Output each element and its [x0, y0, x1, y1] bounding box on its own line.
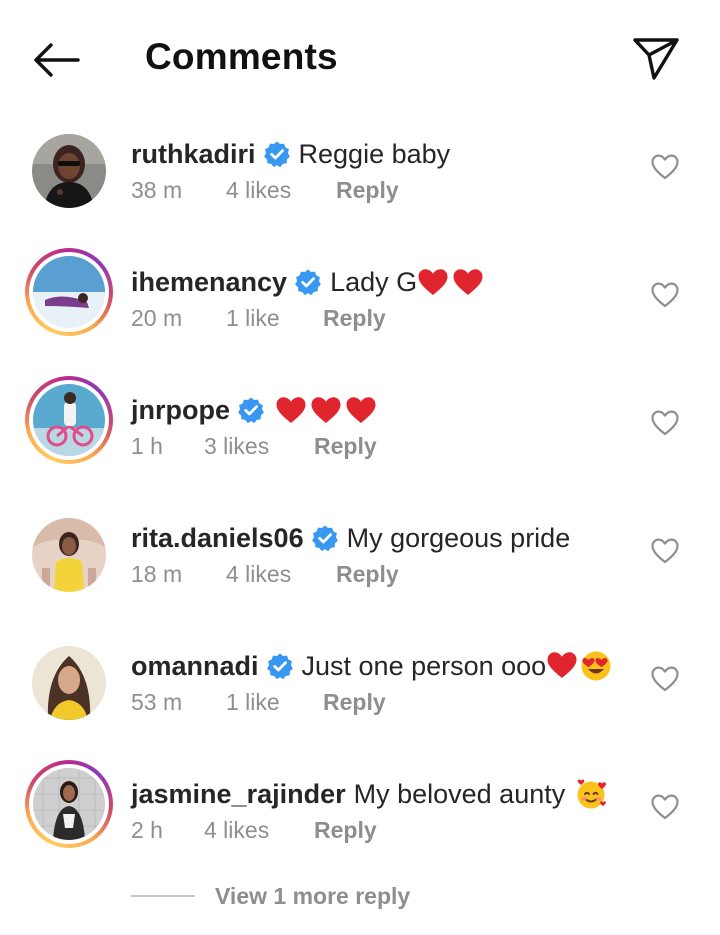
comment-time: 38 m: [131, 176, 183, 203]
heart-outline-icon[interactable]: [650, 408, 680, 438]
arrow-left-icon: [34, 43, 80, 77]
comment-username[interactable]: omannadi: [131, 651, 259, 682]
comment-time: 18 m: [131, 560, 183, 587]
comment-time: 53 m: [131, 688, 183, 715]
red-heart-icon: [418, 269, 448, 295]
avatar[interactable]: [26, 640, 112, 726]
verified-badge-icon: [311, 524, 339, 552]
avatar-image: [32, 134, 106, 208]
avatar[interactable]: [25, 248, 113, 336]
comment-likes[interactable]: 4 likes: [226, 561, 336, 588]
verified-badge-icon: [294, 268, 322, 296]
comment-time: 20 m: [131, 304, 183, 331]
heart-outline-icon[interactable]: [650, 152, 680, 182]
red-heart-icon: [276, 397, 306, 423]
comment-emojis: [546, 650, 612, 682]
back-button[interactable]: [30, 38, 82, 82]
comment-username[interactable]: jnrpope: [131, 395, 230, 426]
avatar-image: [33, 256, 105, 328]
avatar[interactable]: [26, 512, 112, 598]
replies-divider: [131, 895, 195, 897]
comment-likes[interactable]: 4 likes: [204, 817, 314, 844]
paper-plane-icon: [633, 38, 679, 80]
header-bar: Comments: [0, 0, 720, 118]
comment-likes[interactable]: 1 like: [226, 305, 323, 332]
heart-outline-icon[interactable]: [650, 280, 680, 310]
comment-time: 1 h: [131, 432, 163, 459]
view-more-replies[interactable]: View 1 more reply: [131, 880, 410, 912]
comment-text: Lady G: [330, 266, 418, 297]
share-button[interactable]: [630, 34, 682, 82]
comment-username[interactable]: ihemenancy: [131, 267, 287, 298]
comment-likes[interactable]: 1 like: [226, 689, 323, 716]
avatar-image: [32, 646, 106, 720]
comment-item: ruthkadiri Reggie baby 38 m 4 likes Repl…: [0, 128, 720, 256]
smiling-face-with-hearts-icon: [577, 779, 607, 809]
comment-text: My beloved aunty: [353, 778, 566, 809]
comment-text: Reggie baby: [298, 138, 451, 169]
red-heart-icon: [453, 269, 483, 295]
reply-button[interactable]: Reply: [336, 177, 399, 204]
comment-text: My gorgeous pride: [346, 522, 571, 553]
comment-likes[interactable]: 3 likes: [204, 433, 314, 460]
verified-badge-icon: [263, 140, 291, 168]
comment-username[interactable]: jasmine_rajinder: [131, 779, 346, 810]
reply-button[interactable]: Reply: [314, 817, 377, 844]
avatar[interactable]: [25, 760, 113, 848]
comment-emojis: [275, 395, 377, 425]
comment-emojis: [575, 777, 609, 811]
view-more-replies-label[interactable]: View 1 more reply: [215, 883, 410, 910]
verified-badge-icon: [266, 652, 294, 680]
heart-eyes-face-icon: [581, 651, 611, 681]
comment-likes[interactable]: 4 likes: [226, 177, 336, 204]
comment-item: jasmine_rajinder My beloved aunty 2 h 4 …: [0, 760, 720, 896]
comment-item: ihemenancy Lady G 20 m 1 like Reply: [0, 248, 720, 384]
comment-emojis: [417, 267, 484, 297]
reply-button[interactable]: Reply: [336, 561, 399, 588]
comment-item: rita.daniels06 My gorgeous pride 18 m 4 …: [0, 512, 720, 640]
avatar[interactable]: [26, 128, 112, 214]
avatar[interactable]: [25, 376, 113, 464]
avatar-image: [33, 768, 105, 840]
comment-item: omannadi Just one person ooo 53 m 1 like…: [0, 640, 720, 768]
comment-item: jnrpope 1 h 3 likes Reply: [0, 376, 720, 512]
comment-username[interactable]: ruthkadiri: [131, 139, 256, 170]
comment-username[interactable]: rita.daniels06: [131, 523, 304, 554]
reply-button[interactable]: Reply: [323, 305, 386, 332]
avatar-image: [32, 518, 106, 592]
red-heart-icon: [346, 397, 376, 423]
reply-button[interactable]: Reply: [314, 433, 377, 460]
reply-button[interactable]: Reply: [323, 689, 386, 716]
page-title: Comments: [145, 36, 338, 77]
comment-time: 2 h: [131, 816, 163, 843]
red-heart-icon: [311, 397, 341, 423]
avatar-image: [33, 384, 105, 456]
comment-text: Just one person ooo: [301, 650, 547, 681]
verified-badge-icon: [237, 396, 265, 424]
heart-outline-icon[interactable]: [650, 792, 680, 822]
heart-outline-icon[interactable]: [650, 536, 680, 566]
red-heart-icon: [547, 652, 577, 678]
heart-outline-icon[interactable]: [650, 664, 680, 694]
